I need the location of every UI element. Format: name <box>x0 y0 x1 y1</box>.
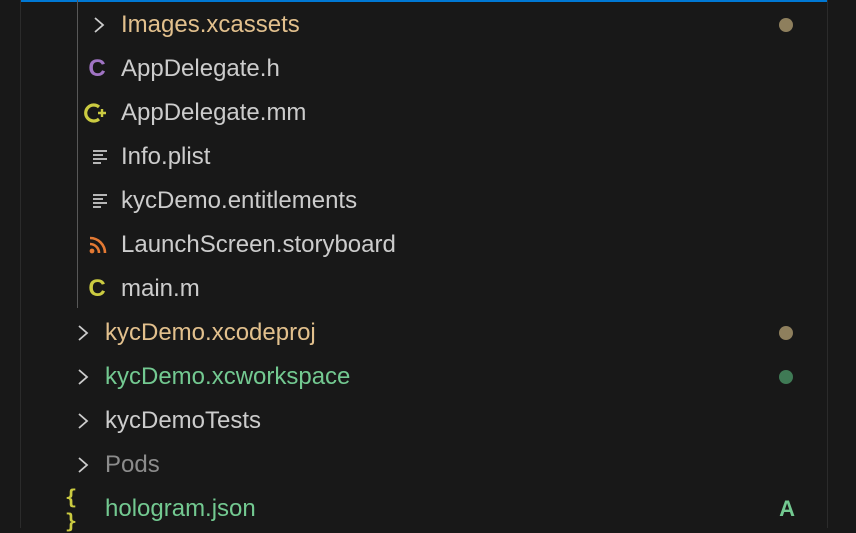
tree-item-kycdemo-entitlements[interactable]: kycDemo.entitlements <box>21 179 827 223</box>
tree-item-label: AppDelegate.h <box>121 55 280 82</box>
c-file-icon: C <box>88 275 106 302</box>
tree-item-launchscreen-storyboard[interactable]: LaunchScreen.storyboard <box>21 223 827 267</box>
tree-item-appdelegate-mm[interactable]: AppDelegate.mm <box>21 91 827 135</box>
modified-status-dot <box>779 18 793 32</box>
text-file-icon <box>87 135 113 179</box>
modified-status-dot <box>779 326 793 340</box>
tree-item-label: kycDemo.xcworkspace <box>105 363 351 390</box>
tree-item-label: Info.plist <box>121 143 211 170</box>
tree-item-label: main.m <box>121 275 200 302</box>
tree-item-kycdemotests[interactable]: kycDemoTests <box>21 399 827 443</box>
chevron-right-icon[interactable] <box>70 355 96 399</box>
c-header-icon: C <box>88 55 106 82</box>
json-braces-icon: { } <box>65 485 78 533</box>
tree-item-kycdemo-xcodeproj[interactable]: kycDemo.xcodeproj <box>21 311 827 355</box>
tree-item-images-xcassets[interactable]: Images.xcassets <box>21 3 827 47</box>
tree-item-label: AppDelegate.mm <box>121 99 307 126</box>
tree-item-label: kycDemo.entitlements <box>121 187 358 214</box>
focus-border <box>21 0 827 2</box>
chevron-right-icon[interactable] <box>70 443 96 487</box>
file-explorer-tree: Images.xcassets C AppDelegate.h AppDeleg… <box>20 0 828 533</box>
rss-xml-icon <box>85 223 111 267</box>
untracked-status-dot <box>779 370 793 384</box>
text-file-icon <box>87 179 113 223</box>
tree-item-appdelegate-h[interactable]: C AppDelegate.h <box>21 47 827 91</box>
tree-item-label: Images.xcassets <box>121 11 300 38</box>
cpp-file-icon <box>84 91 110 135</box>
tree-item-info-plist[interactable]: Info.plist <box>21 135 827 179</box>
tree-item-main-m[interactable]: C main.m <box>21 267 827 311</box>
tree-item-label: hologram.json <box>105 495 256 522</box>
chevron-right-icon[interactable] <box>70 399 96 443</box>
chevron-right-icon[interactable] <box>86 3 112 47</box>
git-added-badge: A <box>779 496 795 521</box>
tree-item-label: Pods <box>105 451 160 478</box>
tree-item-label: kycDemoTests <box>105 407 262 434</box>
chevron-right-icon[interactable] <box>70 311 96 355</box>
tree-item-label: kycDemo.xcodeproj <box>105 319 316 346</box>
tree-item-kycdemo-xcworkspace[interactable]: kycDemo.xcworkspace <box>21 355 827 399</box>
tree-item-label: LaunchScreen.storyboard <box>121 231 396 258</box>
tree-item-hologram-json[interactable]: { } hologram.json A <box>21 485 827 533</box>
tree-item-pods[interactable]: Pods <box>21 443 827 487</box>
